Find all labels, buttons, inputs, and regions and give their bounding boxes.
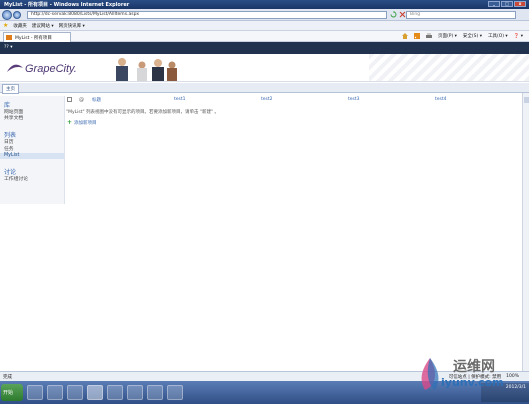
people-photo [100,55,185,81]
address-bar-row: http://dc-servak:8080/Lists/MyList/AllIt… [0,9,529,21]
address-input[interactable]: http://dc-servak:8080/Lists/MyList/AllIt… [27,11,387,19]
add-new-item-link[interactable]: + 添加新项目 [67,119,97,126]
window-controls: _ □ x [488,1,526,7]
app-icon-2[interactable] [127,385,143,400]
column-test3[interactable]: test3 [348,97,360,102]
ql-heading-discussions[interactable]: 讨论 [4,167,60,176]
site-favicon-icon [6,35,12,40]
home-icon[interactable] [401,33,408,39]
watermark-line1: 运维网 [453,359,495,375]
column-test1[interactable]: test1 [174,97,186,102]
stop-icon[interactable] [399,11,406,18]
app-icon-1[interactable] [107,385,123,400]
web-slice-gallery-link[interactable]: 网页快讯库 ▾ [59,23,85,29]
app-icon-3[interactable] [147,385,163,400]
sharepoint-top-bar: ?? ▾ [0,42,529,54]
command-bar: MyList - 所有项目 页面(P) ▾ 安全(S) ▾ 工具(O) ▾ ❓ … [0,31,529,42]
forward-button[interactable] [13,11,21,19]
window-titlebar: MyList - 所有项目 - Windows Internet Explore… [0,0,529,9]
powershell-icon[interactable] [47,385,63,400]
back-button[interactable] [2,10,12,20]
column-title[interactable]: 标题 [92,97,101,103]
internet-explorer-icon[interactable] [87,385,103,400]
maximize-button[interactable]: □ [501,1,513,7]
quick-launch: 库 网站页面 共享文档 列表 日历 任务 MyList 讨论 工作组讨论 [0,96,65,204]
banner-stripes [369,54,529,81]
command-buttons: 页面(P) ▾ 安全(S) ▾ 工具(O) ▾ ❓ ▾ [401,33,523,39]
watermark-line2: iyunv.com [441,376,504,389]
safety-menu[interactable]: 安全(S) ▾ [463,33,482,39]
site-banner: GrapeCity. [0,54,529,82]
address-actions [390,11,406,18]
top-navigation: 主页 [0,83,529,94]
logo-text: GrapeCity. [25,63,77,75]
server-manager-icon[interactable] [27,385,43,400]
column-test4[interactable]: test4 [435,97,447,102]
nav-tab-home[interactable]: 主页 [2,84,19,94]
column-test2[interactable]: test2 [261,97,273,102]
print-icon[interactable] [425,33,432,39]
favorites-bar: ★ 收藏夹 建议网站 ▾ 网页快讯库 ▾ [0,21,529,31]
add-icon: + [67,119,73,126]
add-new-item-label: 添加新项目 [74,120,97,126]
empty-list-message: "MyList" 列表视图中没有可显示的项目。若要添加新项目，请单击 "新建" … [66,110,219,115]
rss-icon[interactable] [413,33,420,39]
app-icon-4[interactable] [167,385,183,400]
list-view: @ 标题 test1 test2 test3 test4 "MyList" 列表… [66,96,516,196]
ql-heading-libraries[interactable]: 库 [4,100,60,109]
list-header-row: @ 标题 test1 test2 test3 test4 [66,97,516,104]
tab-label: MyList - 所有项目 [15,36,52,41]
start-button[interactable]: 开始 [1,384,23,401]
minimize-button[interactable]: _ [488,1,500,7]
ql-item-team-discussion[interactable]: 工作组讨论 [4,177,60,183]
favorites-button[interactable]: 收藏夹 [13,23,27,29]
watermark: 运维网 iyunv.com [415,356,525,400]
page-menu[interactable]: 页面(P) ▾ [438,33,457,39]
explorer-icon[interactable] [67,385,83,400]
suggested-sites-link[interactable]: 建议网站 ▾ [32,23,54,29]
tools-menu[interactable]: 工具(O) ▾ [488,33,508,39]
grapecity-logo: GrapeCity. [6,61,96,75]
star-icon: ★ [3,22,9,29]
attachment-icon: @ [79,97,84,103]
ql-heading-lists[interactable]: 列表 [4,130,60,139]
status-text: 完成 [3,374,12,380]
search-input[interactable]: Bing [406,11,516,19]
vertical-scrollbar[interactable] [522,93,529,371]
help-menu[interactable]: ❓ ▾ [514,34,523,39]
window-title: MyList - 所有项目 - Windows Internet Explore… [4,2,130,8]
close-button[interactable]: x [514,1,526,7]
select-all-checkbox[interactable] [67,97,72,102]
browser-tab[interactable]: MyList - 所有项目 [3,32,71,42]
scroll-thumb[interactable] [524,97,529,103]
site-actions-menu[interactable]: ?? ▾ [4,45,12,50]
refresh-icon[interactable] [390,11,397,18]
